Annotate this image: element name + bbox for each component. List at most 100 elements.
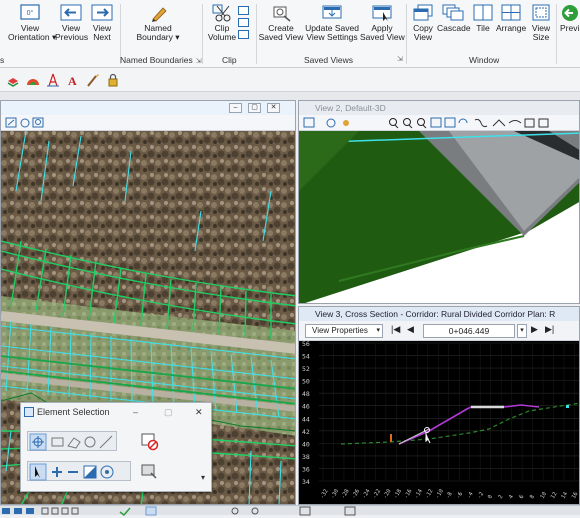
cross-section-canvas[interactable]: 565452504846444240383634-32 -30 -28 -26 -24-… — [299, 341, 580, 505]
arrange-button[interactable]: Arrange — [496, 4, 526, 33]
view-properties-dropdown[interactable]: View Properties ▾ — [305, 324, 383, 338]
next-station-icon[interactable]: ▶ — [531, 324, 538, 335]
element-selection-dialog[interactable]: Element Selection – ▢ ✕ ▾ — [20, 402, 212, 492]
element-selection-title-bar[interactable]: Element Selection – ▢ ✕ — [21, 403, 211, 421]
y-tick-label: 46 — [302, 403, 310, 411]
minimize-icon[interactable]: – — [133, 403, 138, 421]
last-station-icon[interactable]: ▶| — [545, 324, 554, 335]
text-style-icon[interactable]: A — [66, 73, 80, 87]
tile-button[interactable]: Tile — [469, 4, 497, 33]
arrange-label: Arrange — [496, 23, 527, 33]
minimize-icon[interactable]: – — [229, 103, 242, 113]
selection-mode-icons[interactable] — [28, 462, 132, 482]
view-size-button[interactable]: View Size — [528, 4, 554, 42]
station-value: 0+046.449 — [448, 326, 490, 336]
first-station-icon[interactable]: |◀ — [391, 324, 400, 335]
dialog-launcher-icon[interactable]: ⇲ — [397, 55, 403, 63]
element-selection-title: Element Selection — [37, 407, 110, 417]
view-2-window[interactable]: View 2, Default-3D — [298, 100, 580, 304]
group-label-saved-views: Saved Views — [304, 55, 353, 65]
close-icon[interactable]: ✕ — [267, 103, 280, 113]
selection-method-icons[interactable] — [28, 432, 118, 452]
update-saved-view-label: Update Saved View Settings — [305, 23, 359, 42]
maximize-icon[interactable]: ▢ — [248, 103, 261, 113]
y-tick-label: 50 — [302, 378, 310, 386]
named-boundary-button[interactable]: Named Boundary ▾ — [133, 4, 183, 42]
y-tick-label: 54 — [302, 353, 310, 361]
monitor-download-icon — [321, 4, 343, 22]
group-separator — [406, 4, 407, 64]
lock-icon[interactable] — [106, 73, 120, 87]
cascade-button[interactable]: Cascade — [437, 4, 471, 33]
view-orientation-icon: 0° — [19, 4, 41, 22]
view-2-title: View 2, Default-3D — [315, 103, 386, 113]
expand-dropdown-icon[interactable]: ▾ — [201, 473, 205, 482]
pencil-icon — [147, 4, 169, 22]
clip-back-icon[interactable] — [238, 18, 249, 27]
group-separator — [556, 4, 557, 64]
view-3-title-bar[interactable]: View 3, Cross Section - Corridor: Rural … — [299, 307, 579, 321]
dialog-launcher-icon[interactable]: ⇲ — [196, 58, 202, 65]
arrange-windows-icon — [500, 4, 522, 22]
clip-mask-icon[interactable] — [238, 30, 249, 39]
3d-view-canvas[interactable] — [299, 131, 580, 304]
view-1-title-bar[interactable]: – ▢ ✕ — [1, 101, 295, 115]
restore-icon[interactable]: ▢ — [164, 403, 173, 421]
brush-icon[interactable] — [86, 73, 100, 87]
workspace-gap — [0, 92, 580, 100]
close-icon[interactable]: ✕ — [195, 403, 203, 421]
copy-view-button[interactable]: Copy View — [409, 4, 437, 42]
y-tick-label: 44 — [302, 415, 310, 423]
view-previous-label: View Previous — [55, 23, 89, 42]
view-size-label: View Size — [531, 23, 551, 42]
view-2-title-bar[interactable]: View 2, Default-3D — [299, 101, 579, 115]
chevron-down-icon: ▾ — [376, 327, 380, 334]
view-previous-button[interactable]: View Previous — [55, 4, 89, 42]
clip-volume-button[interactable]: Clip Volume — [205, 4, 239, 42]
apply-saved-view-button[interactable]: Apply Saved View — [360, 4, 405, 42]
station-dropdown-icon[interactable]: ▾ — [517, 324, 527, 338]
y-tick-label: 42 — [302, 428, 310, 436]
group-label-window: Window — [469, 55, 500, 65]
view-3-toolbar: View Properties ▾ |◀ ◀ 0+046.449 ▾ ▶ ▶| — [299, 321, 579, 341]
tower-icon[interactable] — [46, 73, 60, 87]
group-separator — [202, 4, 203, 64]
arrow-left-icon — [60, 4, 82, 22]
green-back-icon — [560, 4, 580, 22]
update-saved-view-button[interactable]: Update Saved View Settings — [304, 4, 360, 42]
view-tools-icons[interactable] — [5, 117, 51, 129]
named-boundaries-text: Named Boundaries — [120, 55, 193, 65]
svg-text:0°: 0° — [27, 9, 34, 17]
y-tick-label: 36 — [302, 465, 310, 473]
element-selection-icon — [24, 407, 34, 417]
selection-filter-icon[interactable] — [141, 463, 159, 481]
no-selection-icon[interactable] — [141, 433, 159, 451]
color-dome-icon[interactable] — [26, 73, 40, 87]
selection-mode-group — [27, 461, 131, 481]
previous-label: Previ — [560, 23, 580, 33]
y-tick-label: 56 — [302, 341, 310, 348]
view-size-icon — [530, 4, 552, 22]
group-separator — [256, 4, 257, 64]
y-tick-label: 52 — [302, 365, 310, 373]
previous-station-icon[interactable]: ◀ — [407, 324, 414, 335]
clip-front-icon[interactable] — [238, 6, 249, 15]
view-tools-icons[interactable] — [303, 117, 553, 129]
view-3-window[interactable]: View 3, Cross Section - Corridor: Rural … — [298, 306, 580, 505]
copy-view-label: Copy View — [413, 23, 433, 42]
view-next-button[interactable]: View Next — [88, 4, 116, 42]
clip-small-icons — [238, 6, 252, 39]
arrow-right-icon — [91, 4, 113, 22]
view-orientation-button[interactable]: 0° View Orientation ▾ — [8, 4, 56, 42]
y-tick-label: 34 — [302, 478, 310, 486]
cascade-windows-icon — [442, 4, 464, 22]
layers-icon[interactable] — [6, 73, 20, 87]
cascade-label: Cascade — [437, 23, 471, 33]
previous-button[interactable]: Previ — [560, 4, 580, 33]
group-label-views: s — [0, 55, 5, 65]
tile-windows-icon — [472, 4, 494, 22]
status-bar — [0, 505, 580, 517]
station-input[interactable]: 0+046.449 — [423, 324, 515, 338]
create-saved-view-button[interactable]: Create Saved View — [258, 4, 304, 42]
svg-text:A: A — [68, 74, 77, 87]
